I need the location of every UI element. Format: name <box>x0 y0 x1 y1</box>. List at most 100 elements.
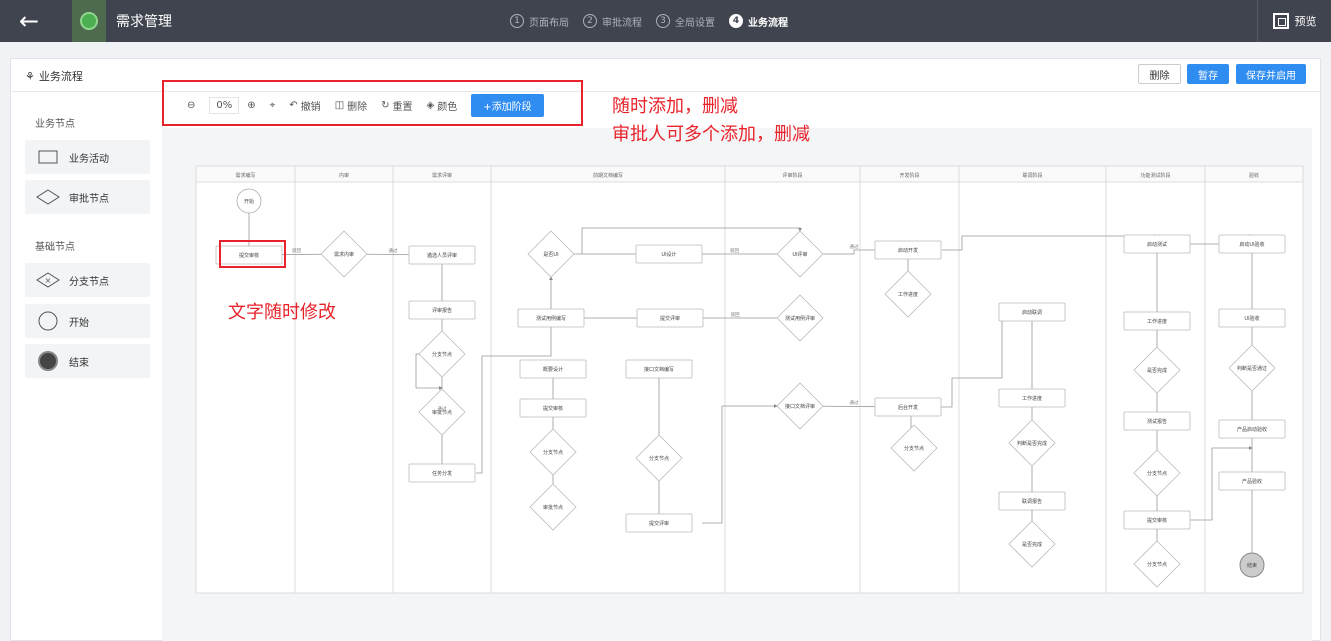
node-label: UI验收 <box>1244 315 1259 322</box>
node-label: 工作进度 <box>898 291 918 298</box>
node-label: 分支节点 <box>543 449 563 456</box>
node-label: 启动测试 <box>1147 241 1167 248</box>
flow-canvas[interactable]: 需求编写 内审 需求评审 前期文档编写 评审阶段 开发阶段 联调阶段 功能测试阶段 验收 开始提… <box>162 128 1312 641</box>
swimlane-title: 联调阶段 <box>1022 172 1042 179</box>
node-label: 判断是否完成 <box>1017 440 1047 447</box>
node-label: 接口文档编写 <box>644 366 674 373</box>
diamond-icon <box>35 189 61 205</box>
delete-button[interactable]: 删除 <box>1138 64 1181 84</box>
node-label: 产品启动验收 <box>1237 426 1267 433</box>
node-label: 测试用例编写 <box>536 315 566 322</box>
palette-item-label: 开始 <box>69 317 89 329</box>
page-title: ⚘ 业务流程 <box>25 68 83 84</box>
edge-label: 通过 <box>389 247 398 254</box>
annotation-edit-text: 文字随时修改 <box>228 302 336 323</box>
node-label: 工作进度 <box>1147 318 1167 325</box>
palette-item-end[interactable]: 结束 <box>25 344 150 378</box>
filled-circle-icon <box>35 350 61 372</box>
palette-item-branch-node[interactable]: × 分支节点 <box>25 263 150 297</box>
toolbar-highlight-box <box>162 80 583 126</box>
swimlane-title: 需求评审 <box>432 172 452 179</box>
edge-label: 通过 <box>438 405 447 412</box>
palette-item-business-activity[interactable]: 业务活动 <box>25 140 150 174</box>
annotation-add-remove: 随时添加，删减 <box>612 96 738 117</box>
rect-icon <box>35 150 61 164</box>
save-and-enable-button[interactable]: 保存并启用 <box>1236 64 1306 84</box>
swimlane-title: 验收 <box>1249 172 1259 179</box>
step-number: 3 <box>656 14 670 28</box>
node-palette: 业务节点 业务活动 审批节点 基础节点 × 分支节点 开始 结束 <box>11 92 163 641</box>
palette-item-label: 业务活动 <box>69 153 109 165</box>
node-label: UI设计 <box>661 251 676 258</box>
preview-button[interactable]: 预览 <box>1257 0 1331 42</box>
node-label: UI评审 <box>792 251 807 258</box>
node-label: 分支节点 <box>432 351 452 358</box>
palette-item-start[interactable]: 开始 <box>25 304 150 338</box>
top-bar: ← 需求管理 1 页面布局 2 审批流程 3 全局设置 4 业务流程 预览 <box>0 0 1331 42</box>
palette-item-label: 审批节点 <box>69 193 109 205</box>
node-label: 测试报告 <box>1147 418 1167 425</box>
annotation-approver: 审批人可多个添加，删减 <box>612 124 810 145</box>
preview-icon <box>1272 13 1289 29</box>
page-title-text: 业务流程 <box>38 70 83 83</box>
node-label: 后台开发 <box>898 404 918 411</box>
step-approval-flow[interactable]: 2 审批流程 <box>583 14 642 29</box>
app-title: 需求管理 <box>116 14 172 30</box>
step-number: 1 <box>510 14 524 28</box>
app-block: 需求管理 <box>72 0 174 42</box>
step-number: 2 <box>583 14 597 28</box>
circle-icon <box>35 310 61 332</box>
flow-icon: ⚘ <box>25 69 35 83</box>
node-label: 提交评审 <box>649 520 669 527</box>
node-label: 启动开发 <box>898 247 918 254</box>
node-label: 提交审核 <box>543 405 563 412</box>
back-arrow-icon[interactable]: ← <box>0 0 58 42</box>
node-label: 联调报告 <box>1022 498 1042 505</box>
palette-item-label: 分支节点 <box>69 276 109 288</box>
palette-group-business: 业务节点 <box>35 119 75 130</box>
node-label: 分支节点 <box>904 445 924 452</box>
node-label: 遴选人员评审 <box>427 252 457 259</box>
swimlane-title: 内审 <box>339 172 349 179</box>
node-label: 测试用例评审 <box>785 315 815 322</box>
edge-label: 驳回 <box>292 247 301 254</box>
node-label: 产品验收 <box>1242 478 1262 485</box>
node-label: 概要设计 <box>543 366 563 373</box>
step-business-flow[interactable]: 4 业务流程 <box>729 14 788 29</box>
branch-diamond-icon: × <box>35 272 61 288</box>
palette-item-approval-node[interactable]: 审批节点 <box>25 180 150 214</box>
node-label: 提交评审 <box>660 315 680 322</box>
node-label: 任务分发 <box>432 470 452 477</box>
node-label: 判断是否通过 <box>1237 365 1267 372</box>
step-label: 全局设置 <box>675 17 715 29</box>
step-label: 业务流程 <box>748 17 788 29</box>
node-label: 审批节点 <box>543 504 563 511</box>
node-label: 是否UI <box>543 252 558 258</box>
edge-label: 驳回 <box>730 247 739 254</box>
save-draft-button[interactable]: 暂存 <box>1187 64 1229 84</box>
svg-text:×: × <box>45 276 52 285</box>
swimlane-title: 开发阶段 <box>899 172 919 179</box>
step-label: 审批流程 <box>602 17 642 29</box>
swimlane-title: 评审阶段 <box>782 172 802 179</box>
palette-group-basic: 基础节点 <box>35 242 75 253</box>
step-page-layout[interactable]: 1 页面布局 <box>510 14 569 29</box>
node-highlight-box <box>219 240 286 268</box>
node-label: 分支节点 <box>1147 470 1167 477</box>
swimlane-title: 前期文档编写 <box>593 172 623 179</box>
app-logo <box>72 0 106 42</box>
step-navigator: 1 页面布局 2 审批流程 3 全局设置 4 业务流程 <box>510 0 788 42</box>
node-label: 启动联调 <box>1022 309 1042 316</box>
node-label: 接口文档评审 <box>785 403 815 410</box>
edge-label: 通过 <box>850 399 859 406</box>
node-label: 启动UI验收 <box>1239 241 1264 248</box>
node-label: 开始 <box>244 198 254 205</box>
node-label: 工作进度 <box>1022 395 1042 402</box>
node-label: 是否完成 <box>1147 367 1167 374</box>
edge-label: 驳回 <box>731 311 740 318</box>
node-label: 提交审核 <box>1147 517 1167 524</box>
step-global-settings[interactable]: 3 全局设置 <box>656 14 715 29</box>
step-label: 页面布局 <box>529 17 569 29</box>
node-label: 结束 <box>1247 562 1257 569</box>
node-label: 是否完成 <box>1022 541 1042 548</box>
